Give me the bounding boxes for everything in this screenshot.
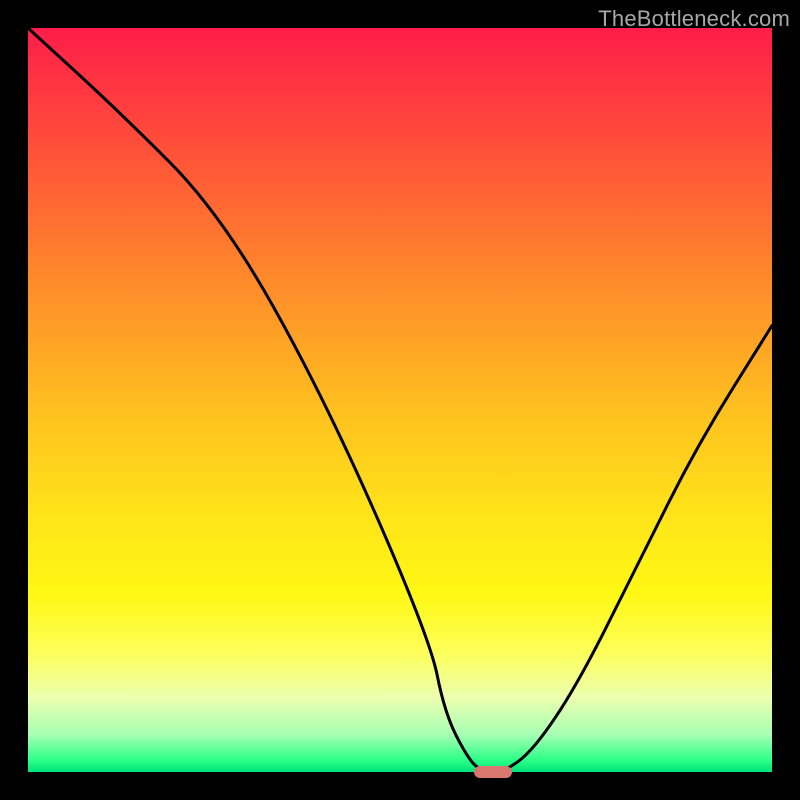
curve-layer bbox=[28, 28, 772, 772]
chart-frame: TheBottleneck.com bbox=[0, 0, 800, 800]
bottleneck-curve bbox=[28, 28, 772, 772]
optimal-marker bbox=[474, 766, 511, 778]
plot-area bbox=[28, 28, 772, 772]
